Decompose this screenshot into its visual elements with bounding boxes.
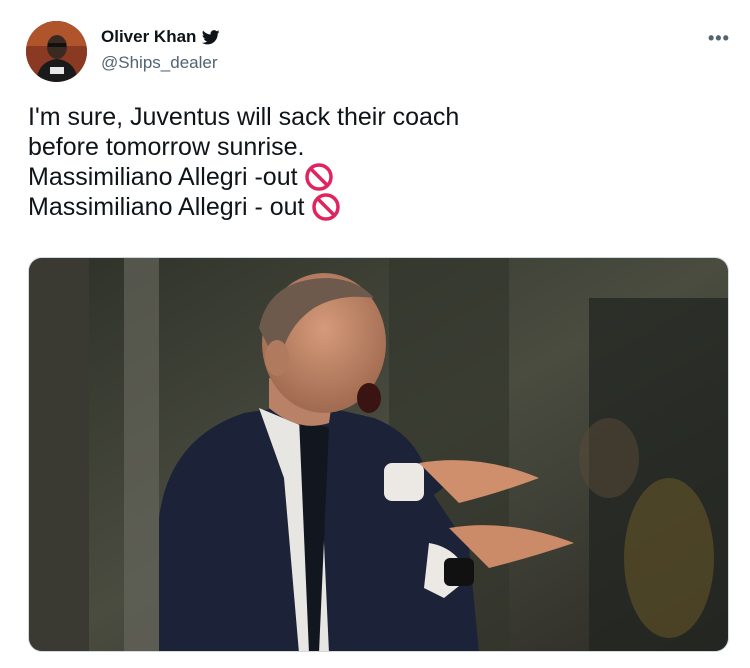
author-handle[interactable]: @Ships_dealer	[101, 53, 218, 73]
tweet-photo[interactable]	[28, 257, 729, 652]
avatar[interactable]	[26, 21, 87, 82]
tweet-text: I'm sure, Juventus will sack their coach…	[28, 102, 459, 222]
avatar-image	[26, 21, 87, 82]
coach-photo	[29, 258, 728, 651]
twitter-bird-icon	[202, 29, 221, 44]
prohibited-icon	[311, 193, 340, 221]
author-name-row[interactable]: Oliver Khan	[101, 27, 221, 47]
tweet-line-4: Massimiliano Allegri - out	[28, 192, 459, 222]
tweet-line-2: before tomorrow sunrise.	[28, 133, 305, 161]
author-name[interactable]: Oliver Khan	[101, 27, 196, 47]
more-horizontal-icon[interactable]: •••	[708, 28, 730, 49]
tweet-line-3: Massimiliano Allegri -out	[28, 162, 459, 192]
tweet-line-1: I'm sure, Juventus will sack their coach	[28, 103, 460, 131]
prohibited-icon	[304, 163, 333, 191]
